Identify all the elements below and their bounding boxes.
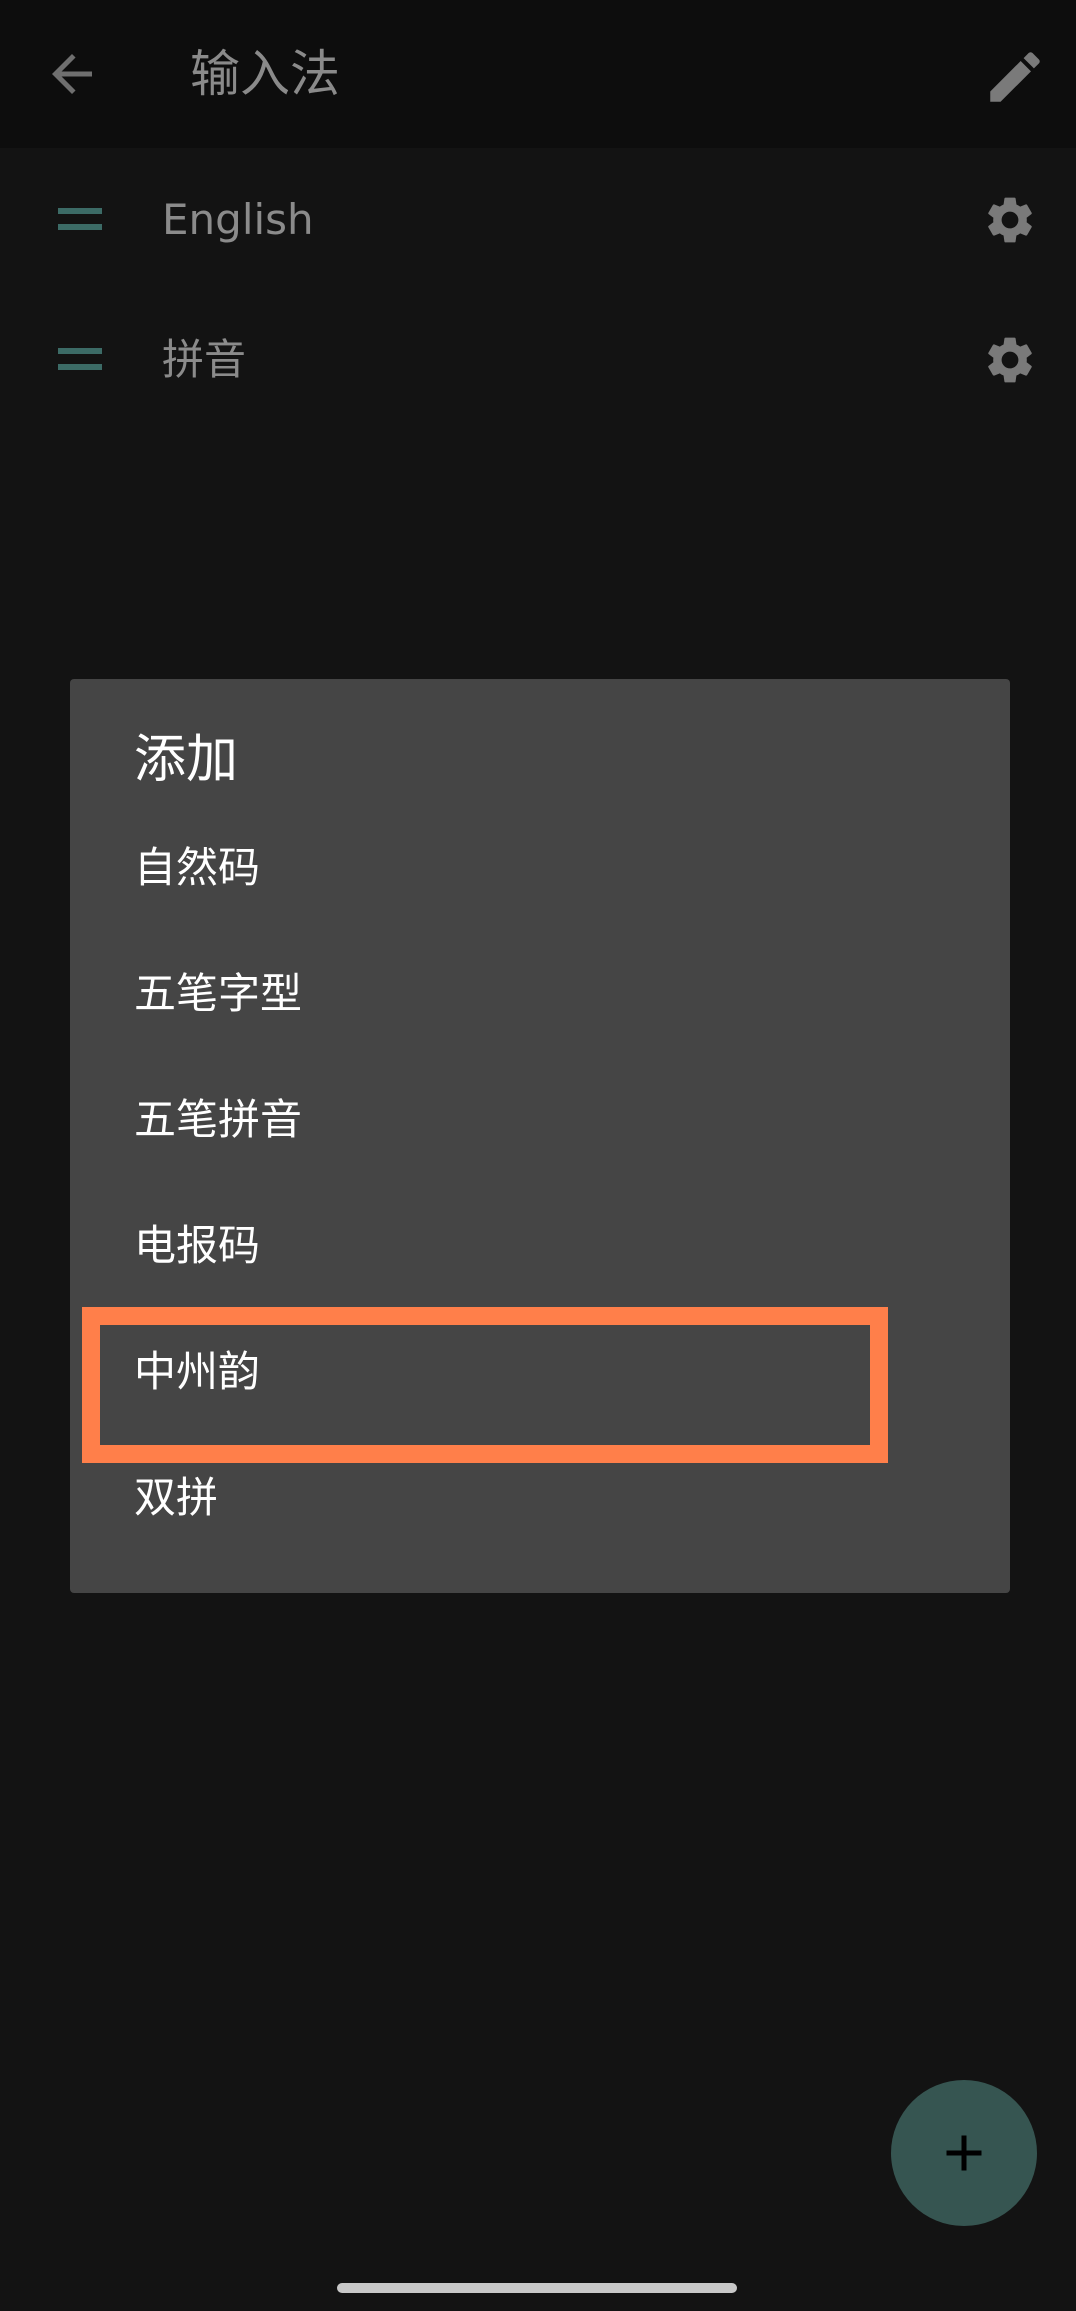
add-fab-button[interactable] bbox=[891, 2080, 1037, 2226]
option-label: 五笔字型 bbox=[134, 969, 303, 1018]
option-shuangpin[interactable]: 双拼 bbox=[70, 1435, 1010, 1561]
option-dianbaoma[interactable]: 电报码 bbox=[70, 1183, 1010, 1309]
arrow-back-icon[interactable] bbox=[42, 44, 102, 104]
pencil-edit-icon[interactable] bbox=[982, 44, 1048, 110]
drag-handle-icon[interactable] bbox=[56, 338, 106, 382]
dialog-title: 添加 bbox=[134, 730, 239, 790]
page-title: 输入法 bbox=[190, 45, 340, 103]
option-label: 双拼 bbox=[134, 1473, 219, 1522]
app-bar: 输入法 bbox=[0, 0, 1076, 148]
option-wubi-zixing[interactable]: 五笔字型 bbox=[70, 931, 1010, 1057]
option-label: 电报码 bbox=[134, 1221, 261, 1270]
add-input-method-dialog: 添加 自然码 五笔字型 五笔拼音 电报码 中州韵 双拼 bbox=[70, 679, 1010, 1593]
plus-icon bbox=[946, 2135, 982, 2171]
list-item-english[interactable]: English bbox=[0, 150, 1076, 290]
option-label: 中州韵 bbox=[134, 1347, 261, 1396]
drag-handle-icon[interactable] bbox=[56, 198, 106, 242]
list-item-label: English bbox=[162, 195, 314, 244]
list-item-pinyin[interactable]: 拼音 bbox=[0, 290, 1076, 430]
option-wubi-pinyin[interactable]: 五笔拼音 bbox=[70, 1057, 1010, 1183]
screen: 输入法 English 拼音 添加 自然码 五笔字型 五笔拼音 电报码 中州韵 … bbox=[0, 0, 1076, 2311]
gesture-nav-bar[interactable] bbox=[337, 2283, 737, 2293]
option-label: 五笔拼音 bbox=[134, 1095, 303, 1144]
option-label: 自然码 bbox=[134, 843, 261, 892]
list-item-label: 拼音 bbox=[162, 335, 247, 384]
gear-icon[interactable] bbox=[982, 332, 1038, 388]
option-ziranma[interactable]: 自然码 bbox=[70, 805, 1010, 931]
gear-icon[interactable] bbox=[982, 192, 1038, 248]
option-zhongzhouyun[interactable]: 中州韵 bbox=[70, 1309, 1010, 1435]
